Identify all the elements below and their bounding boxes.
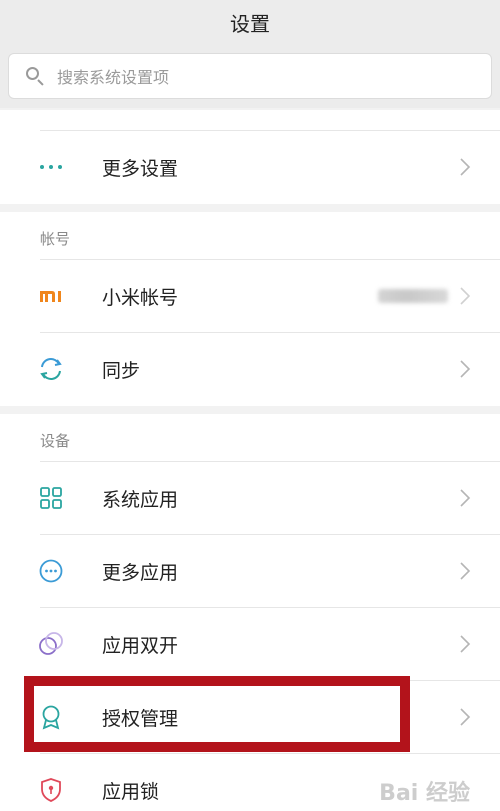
grid-apps-icon — [38, 485, 64, 511]
page-title: 设置 — [230, 11, 270, 36]
row-more-apps[interactable]: 更多应用 — [0, 535, 500, 607]
chevron-right-icon — [458, 561, 472, 581]
row-label: 小米帐号 — [102, 286, 179, 309]
chevron-right-icon — [458, 286, 472, 306]
section-header-account: 帐号 — [40, 230, 71, 248]
permission-badge-icon — [38, 704, 64, 730]
chevron-right-icon — [458, 634, 472, 654]
more-dots-icon — [38, 154, 64, 180]
chevron-right-icon — [458, 707, 472, 727]
title-bar: 设置 — [0, 0, 500, 44]
row-label: 应用锁 — [102, 780, 160, 803]
row-more-settings[interactable]: 更多设置 — [0, 131, 500, 203]
more-apps-icon — [38, 558, 64, 584]
chevron-right-icon — [458, 157, 472, 177]
row-dual-apps[interactable]: 应用双开 — [0, 608, 500, 680]
section-header-device: 设备 — [40, 432, 71, 450]
settings-group-misc: 更多设置 — [0, 110, 500, 204]
sync-icon — [38, 356, 64, 382]
settings-group-account: 帐号 小米帐号 同步 — [0, 212, 500, 406]
row-label: 应用双开 — [102, 634, 179, 657]
chevron-right-icon — [458, 359, 472, 379]
account-id-value-blurred — [378, 289, 448, 303]
search-input[interactable]: 搜索系统设置项 — [8, 53, 492, 99]
row-system-apps[interactable]: 系统应用 — [0, 462, 500, 534]
row-label: 更多应用 — [102, 561, 179, 584]
row-label: 系统应用 — [102, 488, 179, 511]
search-area: 搜索系统设置项 — [0, 44, 500, 108]
settings-group-device: 设备 系统应用 更多应用 应用双开 授权管理 应用锁 — [0, 414, 500, 811]
search-placeholder: 搜索系统设置项 — [57, 68, 170, 87]
row-mi-account[interactable]: 小米帐号 — [0, 260, 500, 332]
row-sync[interactable]: 同步 — [0, 333, 500, 405]
search-icon — [25, 66, 45, 86]
row-label: 同步 — [102, 359, 141, 382]
dual-apps-icon — [38, 631, 64, 657]
row-label: 授权管理 — [102, 707, 179, 730]
chevron-right-icon — [458, 488, 472, 508]
row-label: 更多设置 — [102, 157, 179, 180]
mi-logo-icon — [38, 283, 64, 309]
row-permission-management[interactable]: 授权管理 — [0, 681, 500, 753]
watermark: Bai 经验 — [379, 781, 470, 806]
shield-lock-icon — [38, 777, 64, 803]
